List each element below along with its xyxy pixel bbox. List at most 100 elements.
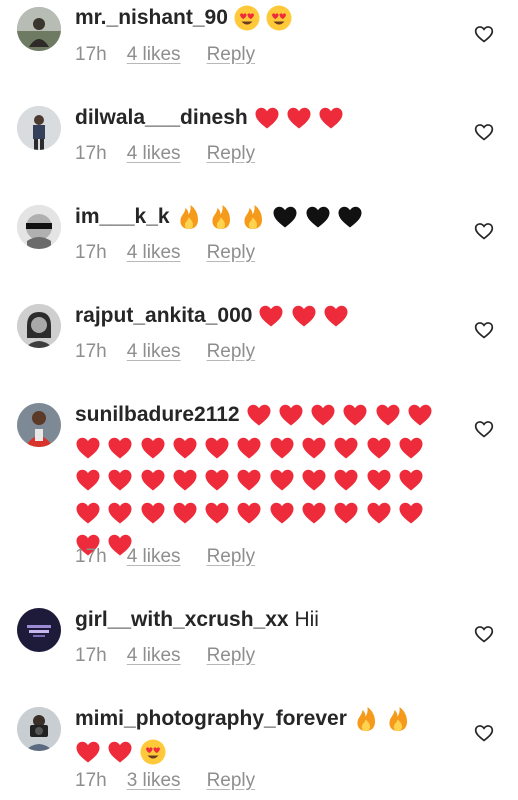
red-heart-emoji xyxy=(172,500,198,526)
comment-username[interactable]: sunilbadure2112 xyxy=(75,399,240,432)
red-heart-emoji xyxy=(291,303,317,329)
comment-time: 17h xyxy=(75,44,107,65)
avatar[interactable] xyxy=(17,304,61,348)
heart-outline-icon[interactable] xyxy=(474,723,494,743)
red-heart-emoji xyxy=(366,467,392,493)
comment-meta: 17h 3 likes Reply xyxy=(75,768,255,794)
comment-username[interactable]: mr._nishant_90 xyxy=(75,2,228,35)
fire-emoji xyxy=(176,204,202,230)
comment-username[interactable]: dilwala___dinesh xyxy=(75,102,248,135)
fire-emoji xyxy=(208,204,234,230)
avatar[interactable] xyxy=(17,7,61,51)
reply-button[interactable]: Reply xyxy=(207,44,256,66)
red-heart-emoji xyxy=(107,500,133,526)
comment-text: Hii xyxy=(294,608,319,631)
red-heart-emoji xyxy=(236,435,262,461)
red-heart-emoji xyxy=(254,105,280,131)
heart-outline-icon[interactable] xyxy=(474,221,494,241)
fire-emoji xyxy=(353,706,379,732)
red-heart-emoji xyxy=(107,435,133,461)
comment-meta: 17h 4 likes Reply xyxy=(75,141,255,167)
heart-outline-icon[interactable] xyxy=(474,419,494,439)
fire-emoji xyxy=(385,706,411,732)
comment-username[interactable]: im___k_k xyxy=(75,201,170,234)
heart-outline-icon[interactable] xyxy=(474,320,494,340)
heart-outline-icon[interactable] xyxy=(474,122,494,142)
red-heart-emoji xyxy=(172,435,198,461)
reply-button[interactable]: Reply xyxy=(207,770,256,792)
red-heart-emoji xyxy=(375,402,401,428)
likes-count-link[interactable]: 4 likes xyxy=(127,242,181,264)
red-heart-emoji xyxy=(310,402,336,428)
fire-emoji xyxy=(240,204,266,230)
red-heart-emoji xyxy=(301,500,327,526)
red-heart-emoji xyxy=(366,435,392,461)
avatar[interactable] xyxy=(17,205,61,249)
comment-meta: 17h 4 likes Reply xyxy=(75,240,255,266)
red-heart-emoji xyxy=(172,467,198,493)
red-heart-emoji xyxy=(398,435,424,461)
red-heart-emoji xyxy=(333,467,359,493)
red-heart-emoji xyxy=(75,500,101,526)
comment-meta: 17h 4 likes Reply xyxy=(75,42,255,68)
red-heart-emoji xyxy=(75,739,101,765)
comment-time: 17h xyxy=(75,645,107,666)
reply-button[interactable]: Reply xyxy=(207,143,256,165)
comment-username[interactable]: rajput_ankita_000 xyxy=(75,300,252,333)
red-heart-emoji xyxy=(407,402,433,428)
red-heart-emoji xyxy=(236,467,262,493)
red-heart-emoji xyxy=(140,500,166,526)
comment-time: 17h xyxy=(75,242,107,263)
heart-eyes-emoji xyxy=(266,5,292,31)
comment-meta: 17h 4 likes Reply xyxy=(75,339,255,365)
comment-username[interactable]: girl__with_xcrush_xx xyxy=(75,608,289,631)
comment-time: 17h xyxy=(75,341,107,362)
reply-button[interactable]: Reply xyxy=(207,546,256,568)
likes-count-link[interactable]: 4 likes xyxy=(127,546,181,568)
red-heart-emoji xyxy=(107,739,133,765)
reply-button[interactable]: Reply xyxy=(207,341,256,363)
red-heart-emoji xyxy=(398,500,424,526)
black-heart-emoji xyxy=(337,204,363,230)
red-heart-emoji xyxy=(398,467,424,493)
red-heart-emoji xyxy=(286,105,312,131)
comment-username[interactable]: mimi_photography_forever xyxy=(75,703,347,736)
avatar[interactable] xyxy=(17,106,61,150)
comment-line: girl__with_xcrush_xx Hii xyxy=(75,604,455,637)
avatar[interactable] xyxy=(17,403,61,447)
red-heart-emoji xyxy=(366,500,392,526)
red-heart-emoji xyxy=(269,435,295,461)
likes-count-link[interactable]: 4 likes xyxy=(127,44,181,66)
red-heart-emoji xyxy=(333,435,359,461)
likes-count-link[interactable]: 3 likes xyxy=(127,770,181,792)
avatar[interactable] xyxy=(17,608,61,652)
comment-meta: 17h 4 likes Reply xyxy=(75,643,255,669)
red-heart-emoji xyxy=(333,500,359,526)
comment-time: 17h xyxy=(75,770,107,791)
red-heart-emoji xyxy=(301,467,327,493)
red-heart-emoji xyxy=(269,500,295,526)
red-heart-emoji xyxy=(75,435,101,461)
red-heart-emoji xyxy=(204,500,230,526)
avatar[interactable] xyxy=(17,707,61,751)
red-heart-emoji xyxy=(236,500,262,526)
red-heart-emoji xyxy=(342,402,368,428)
reply-button[interactable]: Reply xyxy=(207,645,256,667)
reply-button[interactable]: Reply xyxy=(207,242,256,264)
black-heart-emoji xyxy=(272,204,298,230)
heart-outline-icon[interactable] xyxy=(474,624,494,644)
red-heart-emoji xyxy=(258,303,284,329)
red-heart-emoji xyxy=(204,435,230,461)
red-heart-emoji xyxy=(204,467,230,493)
likes-count-link[interactable]: 4 likes xyxy=(127,645,181,667)
red-heart-emoji xyxy=(278,402,304,428)
black-heart-emoji xyxy=(305,204,331,230)
comment-time: 17h xyxy=(75,143,107,164)
red-heart-emoji xyxy=(75,467,101,493)
likes-count-link[interactable]: 4 likes xyxy=(127,341,181,363)
red-heart-emoji xyxy=(107,467,133,493)
heart-outline-icon[interactable] xyxy=(474,24,494,44)
likes-count-link[interactable]: 4 likes xyxy=(127,143,181,165)
comment-meta: 17h 4 likes Reply xyxy=(75,544,255,570)
red-heart-emoji xyxy=(269,467,295,493)
